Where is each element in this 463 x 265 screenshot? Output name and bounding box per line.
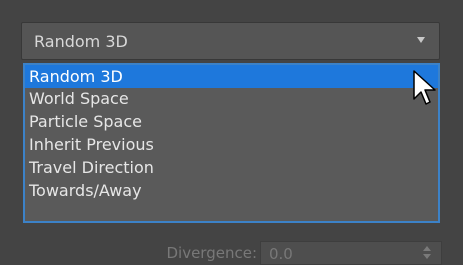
dropdown-item-world-space[interactable]: World Space <box>25 87 438 110</box>
direction-dropdown-list: Random 3D World Space Particle Space Inh… <box>23 63 440 223</box>
divergence-spinner[interactable]: 0.0 <box>260 241 442 265</box>
dropdown-item-towards-away[interactable]: Towards/Away <box>25 179 438 202</box>
chevron-down-icon[interactable] <box>417 37 425 43</box>
mouse-pointer-icon <box>413 70 436 105</box>
dropdown-item-random-3d[interactable]: Random 3D <box>25 65 438 88</box>
combobox-value: Random 3D <box>34 32 128 51</box>
divergence-label: Divergence: <box>166 244 257 262</box>
dropdown-item-travel-direction[interactable]: Travel Direction <box>25 156 438 179</box>
dropdown-item-particle-space[interactable]: Particle Space <box>25 110 438 133</box>
divergence-row: Divergence: 0.0 <box>0 238 463 265</box>
spinner-down-icon[interactable] <box>423 254 431 259</box>
particle-settings-panel: Random 3D Random 3D World Space Particle… <box>0 0 463 265</box>
direction-combobox[interactable]: Random 3D <box>21 22 440 60</box>
divergence-value[interactable]: 0.0 <box>269 245 293 263</box>
spinner-icon[interactable] <box>423 246 431 260</box>
dropdown-item-inherit-previous[interactable]: Inherit Previous <box>25 133 438 156</box>
spinner-up-icon[interactable] <box>423 246 431 251</box>
